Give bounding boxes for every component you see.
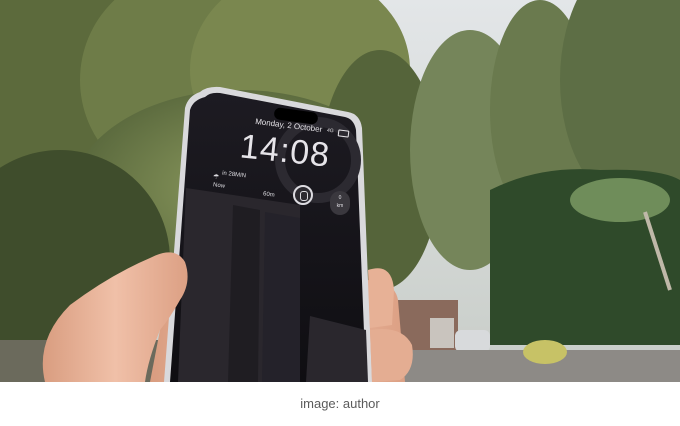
widget-unit: km <box>336 203 344 209</box>
focus-widget <box>293 185 313 205</box>
weather-icon: ☂ <box>213 174 220 181</box>
finger-1 <box>368 268 394 328</box>
distance-widget: 0 km <box>330 191 350 215</box>
garage-door <box>430 318 454 348</box>
timeline-end: 60m <box>262 191 275 199</box>
widget-value: 0 <box>338 195 342 201</box>
focus-widget-icon <box>300 191 308 201</box>
small-tree <box>570 178 670 222</box>
bush <box>523 340 567 364</box>
timeline-now: Now <box>212 182 226 190</box>
image-caption: image: author <box>300 396 380 411</box>
battery-icon <box>337 129 350 138</box>
photo: Monday, 2 October 4G 14:08 ☂ in 28MIN No… <box>0 0 680 382</box>
lock-network: 4G <box>326 127 335 135</box>
car <box>455 330 490 352</box>
